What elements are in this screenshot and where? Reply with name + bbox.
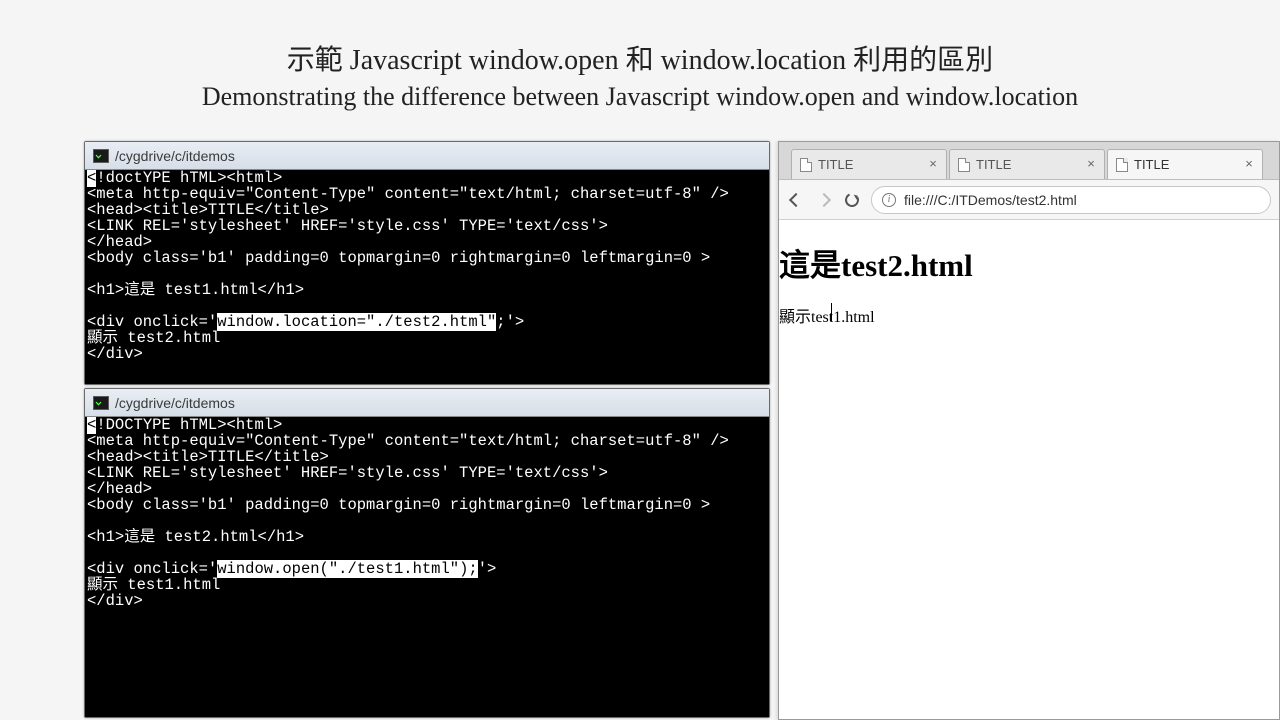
reload-button[interactable] — [843, 191, 861, 209]
arrow-left-icon — [789, 192, 803, 206]
terminal-test2: /cygdrive/c/itdemos <!DOCTYPE hTML><html… — [84, 388, 770, 718]
forward-button[interactable] — [815, 191, 833, 209]
terminal-test1: /cygdrive/c/itdemos <!doctYPE hTML><html… — [84, 141, 770, 385]
tab-label: TITLE — [1134, 157, 1236, 172]
close-icon[interactable]: × — [1242, 158, 1256, 172]
browser-toolbar: i file:///C:/ITDemos/test2.html — [779, 180, 1279, 220]
heading-en: Demonstrating the difference between Jav… — [0, 82, 1280, 112]
text-caret — [831, 303, 832, 321]
heading-zh: 示範 Javascript window.open 和 window.locat… — [0, 38, 1280, 78]
page-link-text[interactable]: 顯示test1.html — [779, 303, 1279, 327]
tab-2[interactable]: TITLE × — [1107, 149, 1263, 179]
url-text: file:///C:/ITDemos/test2.html — [904, 192, 1077, 208]
terminal-titlebar[interactable]: /cygdrive/c/itdemos — [85, 142, 769, 170]
tab-0[interactable]: TITLE × — [791, 149, 947, 179]
arrow-right-icon — [817, 192, 831, 206]
back-button[interactable] — [787, 191, 805, 209]
document-icon — [800, 158, 812, 172]
document-icon — [1116, 158, 1128, 172]
tab-label: TITLE — [818, 157, 920, 172]
browser-window: TITLE × TITLE × TITLE × i file:///C:/ITD… — [778, 141, 1280, 720]
highlight-location: window.location="./test2.html" — [217, 313, 496, 331]
address-bar[interactable]: i file:///C:/ITDemos/test2.html — [871, 186, 1271, 214]
page-viewport: 這是test2.html 顯示test1.html — [779, 220, 1279, 719]
tab-1[interactable]: TITLE × — [949, 149, 1105, 179]
terminal-path: /cygdrive/c/itdemos — [115, 148, 235, 164]
page-h1: 這是test2.html — [779, 240, 1279, 285]
info-icon[interactable]: i — [882, 193, 896, 207]
close-icon[interactable]: × — [926, 158, 940, 172]
page-heading: 示範 Javascript window.open 和 window.locat… — [0, 0, 1280, 112]
highlight-windowopen: window.open("./test1.html"); — [217, 560, 477, 578]
close-icon[interactable]: × — [1084, 158, 1098, 172]
document-icon — [958, 158, 970, 172]
tab-bar: TITLE × TITLE × TITLE × — [779, 142, 1279, 180]
terminal-path: /cygdrive/c/itdemos — [115, 395, 235, 411]
terminal-icon — [93, 396, 109, 410]
tab-label: TITLE — [976, 157, 1078, 172]
reload-icon — [843, 191, 861, 209]
terminal-body[interactable]: <!doctYPE hTML><html> <meta http-equiv="… — [85, 170, 769, 384]
terminal-icon — [93, 149, 109, 163]
terminal-body[interactable]: <!DOCTYPE hTML><html> <meta http-equiv="… — [85, 417, 769, 717]
terminal-titlebar[interactable]: /cygdrive/c/itdemos — [85, 389, 769, 417]
